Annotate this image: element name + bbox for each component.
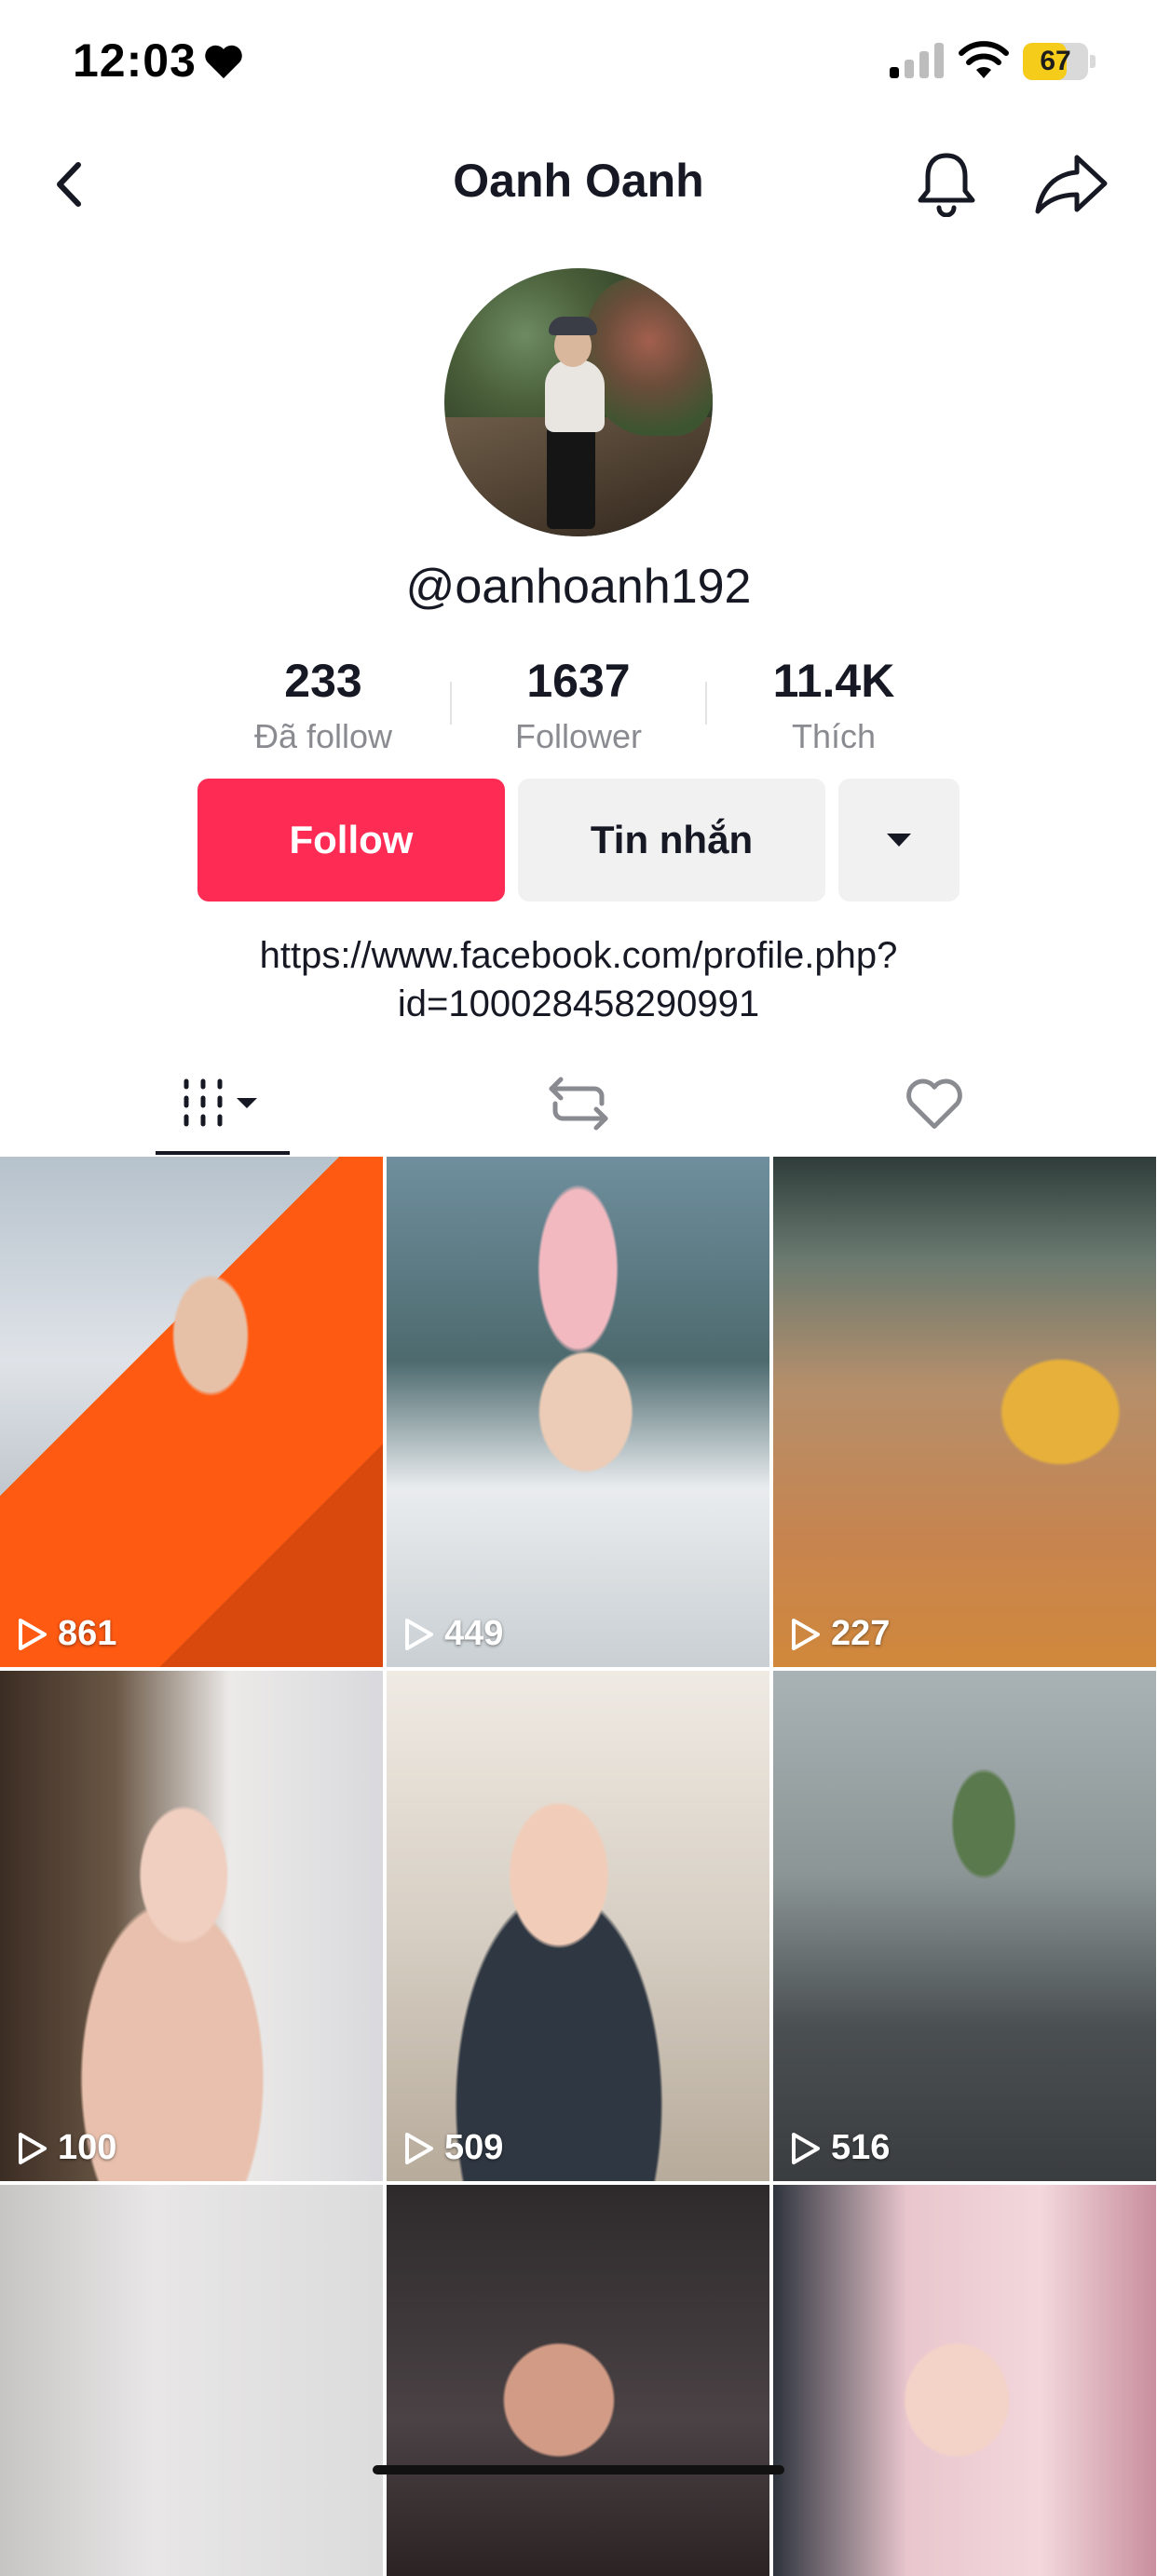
top-nav: Oanh Oanh <box>0 126 1157 247</box>
battery-icon: 67 <box>1023 43 1097 80</box>
bio-link[interactable]: https://www.facebook.com/profile.php? id… <box>149 931 1008 1028</box>
repost-icon <box>549 1077 608 1131</box>
stat-label: Follower <box>514 717 643 755</box>
play-icon <box>19 2132 47 2164</box>
view-count-value: 227 <box>831 1614 891 1653</box>
view-count: 449 <box>402 1614 503 1654</box>
view-count: 100 <box>15 2128 116 2168</box>
view-count-value: 509 <box>444 2128 504 2167</box>
battery-level: 67 <box>1040 46 1071 76</box>
stat-label: Thích <box>791 717 877 755</box>
view-count: 861 <box>15 1614 116 1654</box>
profile-actions: Follow Tin nhắn <box>197 779 960 902</box>
stat-following[interactable]: 233 Đã follow <box>196 652 451 760</box>
tab-reposts[interactable] <box>386 1052 771 1155</box>
home-indicator[interactable] <box>373 2465 784 2474</box>
stat-likes: 11.4K Thích <box>706 652 961 760</box>
more-options-button[interactable] <box>838 779 960 902</box>
tab-videos[interactable] <box>30 1052 415 1155</box>
view-count: 227 <box>788 1614 890 1654</box>
stat-followers[interactable]: 1637 Follower <box>451 652 706 760</box>
message-button[interactable]: Tin nhắn <box>518 779 825 902</box>
tab-liked[interactable] <box>742 1052 1127 1155</box>
view-count-value: 516 <box>831 2128 891 2167</box>
stat-value: 11.4K <box>772 655 895 707</box>
video-thumbnail[interactable]: 516 <box>773 1671 1156 2181</box>
stat-value: 233 <box>284 655 362 707</box>
view-count: 509 <box>402 2128 503 2168</box>
avatar[interactable] <box>444 268 713 536</box>
stat-label: Đã follow <box>253 717 393 755</box>
back-chevron-icon[interactable] <box>41 154 102 215</box>
profile-stats: 233 Đã follow 1637 Follower 11.4K Thích <box>196 652 961 764</box>
video-thumbnail[interactable] <box>773 2185 1156 2576</box>
play-icon <box>792 1618 820 1650</box>
play-icon <box>405 1618 433 1650</box>
view-count: 516 <box>788 2128 890 2168</box>
play-icon <box>19 1618 47 1650</box>
page-title: Oanh Oanh <box>453 155 704 207</box>
video-thumbnail[interactable] <box>0 2185 383 2576</box>
play-icon <box>405 2132 433 2164</box>
active-tab-indicator <box>156 1151 290 1155</box>
video-thumbnail[interactable]: 509 <box>387 1671 769 2181</box>
username: @oanhoanh192 <box>405 560 752 614</box>
video-thumbnail[interactable]: 227 <box>773 1157 1156 1667</box>
stat-value: 1637 <box>526 655 631 707</box>
heart-icon <box>205 45 242 79</box>
grid-dropdown-icon <box>184 1078 257 1127</box>
video-thumbnail[interactable]: 861 <box>0 1157 383 1667</box>
follow-button[interactable]: Follow <box>197 779 505 902</box>
view-count-value: 100 <box>58 2128 117 2167</box>
status-time: 12:03 <box>73 34 197 87</box>
dropdown-caret-icon <box>887 834 911 847</box>
signal-icon <box>890 43 944 78</box>
play-icon <box>792 2132 820 2164</box>
heart-outline-icon <box>906 1078 962 1129</box>
content-tabs <box>0 1052 1157 1155</box>
status-bar: 12:03 67 <box>0 0 1157 126</box>
wifi-icon <box>959 41 1009 78</box>
view-count-value: 449 <box>444 1614 504 1653</box>
video-thumbnail[interactable]: 100 <box>0 1671 383 2181</box>
share-arrow-icon[interactable] <box>1034 152 1109 217</box>
view-count-value: 861 <box>58 1614 117 1653</box>
video-thumbnail[interactable] <box>387 2185 769 2576</box>
bio-line: id=100028458290991 <box>397 983 760 1024</box>
video-thumbnail[interactable]: 449 <box>387 1157 769 1667</box>
bell-icon[interactable] <box>915 150 978 217</box>
bio-line: https://www.facebook.com/profile.php? <box>259 935 898 976</box>
